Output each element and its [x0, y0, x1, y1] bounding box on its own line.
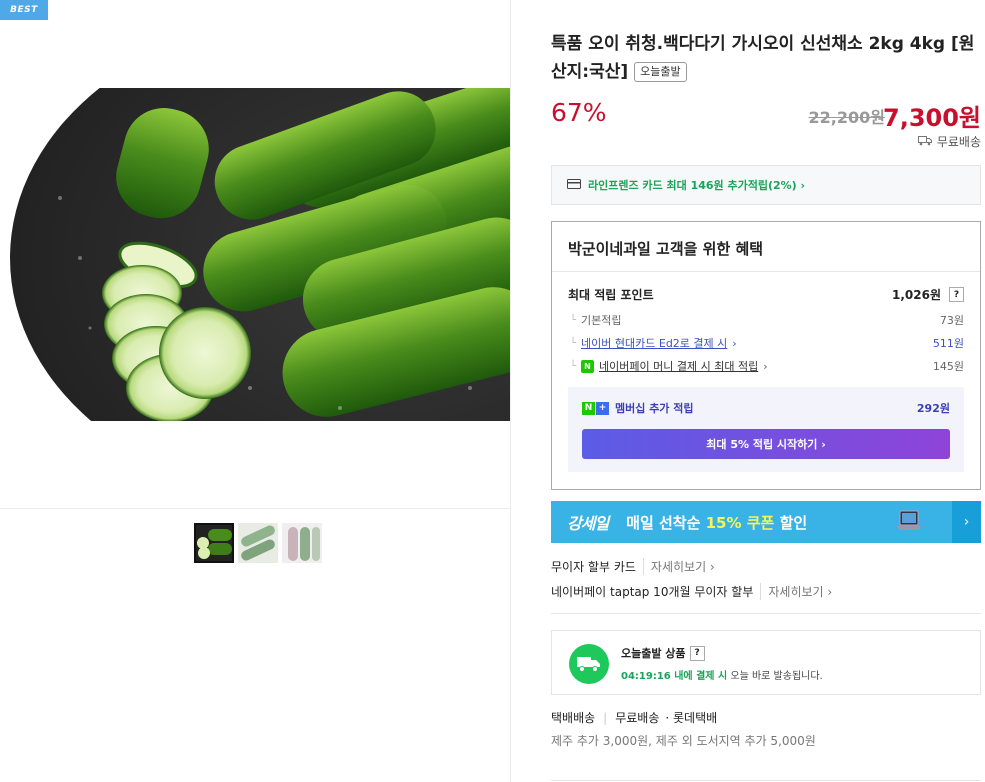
delivery-type: 택배배송: [551, 711, 596, 725]
divider: |: [603, 710, 608, 725]
today-ship-tag: 오늘출발: [634, 62, 687, 82]
delivery-carrier: · 롯데택배: [665, 711, 718, 725]
product-title: 특품 오이 취청.백다다기 가시오이 신선채소 2kg 4kg [원산지:국산]…: [551, 30, 981, 86]
membership-row: N + 멤버십 추가 적립 292원: [582, 400, 950, 416]
banner-logo: 강세일: [567, 514, 609, 533]
shipping-label: 무료배송: [936, 135, 981, 149]
installment-row-1: 무이자 할부 카드 자세히보기 ›: [551, 558, 715, 575]
max-point-value: 1,026원: [892, 288, 941, 302]
basic-point-label: 기본적립: [581, 314, 622, 327]
sale-banner[interactable]: 강세일 매일 선착순 15% 쿠폰 할인 ›: [551, 501, 981, 543]
shipping-info: 무료배송: [917, 133, 981, 150]
delivery-extra-fee: 제주 추가 3,000원, 제주 외 도서지역 추가 5,000원: [551, 734, 816, 748]
delivery-truck-icon: [569, 644, 609, 684]
card-promo-text: 라인프렌즈 카드 최대 146원 추가적립(2%) ›: [588, 179, 806, 192]
main-product-image[interactable]: [0, 88, 510, 421]
elbow-icon: └: [570, 314, 577, 326]
chevron-right-icon: ›: [732, 336, 737, 350]
credit-card-icon: [567, 178, 581, 192]
truck-icon: [917, 135, 932, 149]
membership-box: N + 멤버십 추가 적립 292원 최대 5% 적립 시작하기 ›: [568, 387, 964, 472]
section-divider: [551, 613, 981, 614]
npay-money-row: └ N 네이버페이 머니 결제 시 최대 적립 › 145원: [568, 358, 964, 374]
benefit-box: 박군이네과일 고객을 위한 혜택 최대 적립 포인트 1,026원 ? └ 기본적…: [551, 221, 981, 490]
today-ship-box: 오늘출발 상품 ? 04:19:16 내에 결제 시 오늘 바로 발송됩니다.: [551, 630, 981, 695]
benefit-divider: [552, 271, 980, 272]
max-point-label: 최대 적립 포인트: [568, 288, 654, 302]
installment-row-2: 네이버페이 taptap 10개월 무이자 할부 자세히보기 ›: [551, 583, 832, 600]
laptop-icon: [896, 509, 922, 533]
installment-label: 무이자 할부 카드: [551, 560, 636, 574]
sale-price: 7,300원: [883, 104, 981, 132]
hyundai-card-value: 511원: [932, 337, 964, 350]
today-ship-desc: 04:19:16 내에 결제 시 오늘 바로 발송됩니다.: [621, 667, 823, 682]
product-page: BEST 특품 오이 취청.백다다기 가시오이 신선채소 2kg 4kg [원산…: [0, 0, 985, 782]
basic-point-value: 73원: [939, 314, 964, 327]
gallery-divider: [0, 508, 510, 509]
delivery-info: 택배배송 | 무료배송 · 롯데택배: [551, 709, 717, 726]
membership-label: 멤버십 추가 적립: [615, 402, 694, 415]
banner-arrow[interactable]: ›: [952, 501, 981, 543]
thumbnail-3[interactable]: [282, 523, 322, 563]
npay-icon: N: [581, 359, 595, 373]
basic-point-row: └ 기본적립 73원: [568, 312, 964, 328]
today-ship-desc-text: 오늘 바로 발송됩니다.: [727, 671, 823, 682]
product-title-text: 특품 오이 취청.백다다기 가시오이 신선채소 2kg 4kg [원산지:국산]: [551, 34, 975, 82]
help-icon[interactable]: ?: [949, 287, 964, 302]
image-gallery: BEST: [0, 0, 511, 782]
installment-more-link[interactable]: 자세히보기 ›: [760, 583, 832, 600]
today-ship-title-row: 오늘출발 상품 ?: [621, 645, 705, 661]
membership-value: 292원: [916, 402, 950, 415]
npay-money-value: 145원: [932, 360, 964, 373]
best-badge: BEST: [0, 0, 48, 20]
discount-rate: 67%: [551, 98, 607, 127]
banner-text-highlight: 15% 쿠폰: [705, 513, 775, 532]
installment-label: 네이버페이 taptap 10개월 무이자 할부: [551, 585, 754, 599]
thumbnail-2[interactable]: [238, 523, 278, 563]
elbow-icon: └: [570, 360, 577, 372]
banner-text-a: 매일 선착순: [626, 513, 706, 532]
original-price: 22,200원: [808, 108, 885, 127]
hyundai-card-row: └ 네이버 현대카드 Ed2로 결제 시 › 511원: [568, 335, 964, 351]
delivery-fee: 무료배송: [615, 711, 660, 725]
hyundai-card-link[interactable]: 네이버 현대카드 Ed2로 결제 시: [581, 335, 727, 351]
today-ship-title: 오늘출발 상품: [621, 647, 686, 660]
thumbnail-1[interactable]: [194, 523, 234, 563]
thumbnail-list: [194, 523, 322, 563]
elbow-icon: └: [570, 337, 577, 349]
npay-money-link[interactable]: 네이버페이 머니 결제 시 최대 적립: [599, 358, 758, 374]
benefit-heading: 박군이네과일 고객을 위한 혜택: [568, 240, 764, 258]
start-membership-button[interactable]: 최대 5% 적립 시작하기 ›: [582, 429, 950, 459]
countdown-time: 04:19:16 내에 결제 시: [621, 671, 728, 682]
help-icon[interactable]: ?: [689, 645, 705, 661]
max-point-row: 최대 적립 포인트 1,026원 ?: [568, 286, 964, 303]
naver-plus-icon: N +: [582, 401, 609, 415]
bottom-divider: [551, 780, 981, 781]
card-promo[interactable]: 라인프렌즈 카드 최대 146원 추가적립(2%) ›: [551, 165, 981, 205]
chevron-right-icon: ›: [763, 359, 768, 373]
installment-more-link[interactable]: 자세히보기 ›: [642, 558, 715, 575]
banner-text: 매일 선착순 15% 쿠폰 할인: [626, 512, 807, 533]
banner-text-c: 할인: [774, 513, 808, 532]
